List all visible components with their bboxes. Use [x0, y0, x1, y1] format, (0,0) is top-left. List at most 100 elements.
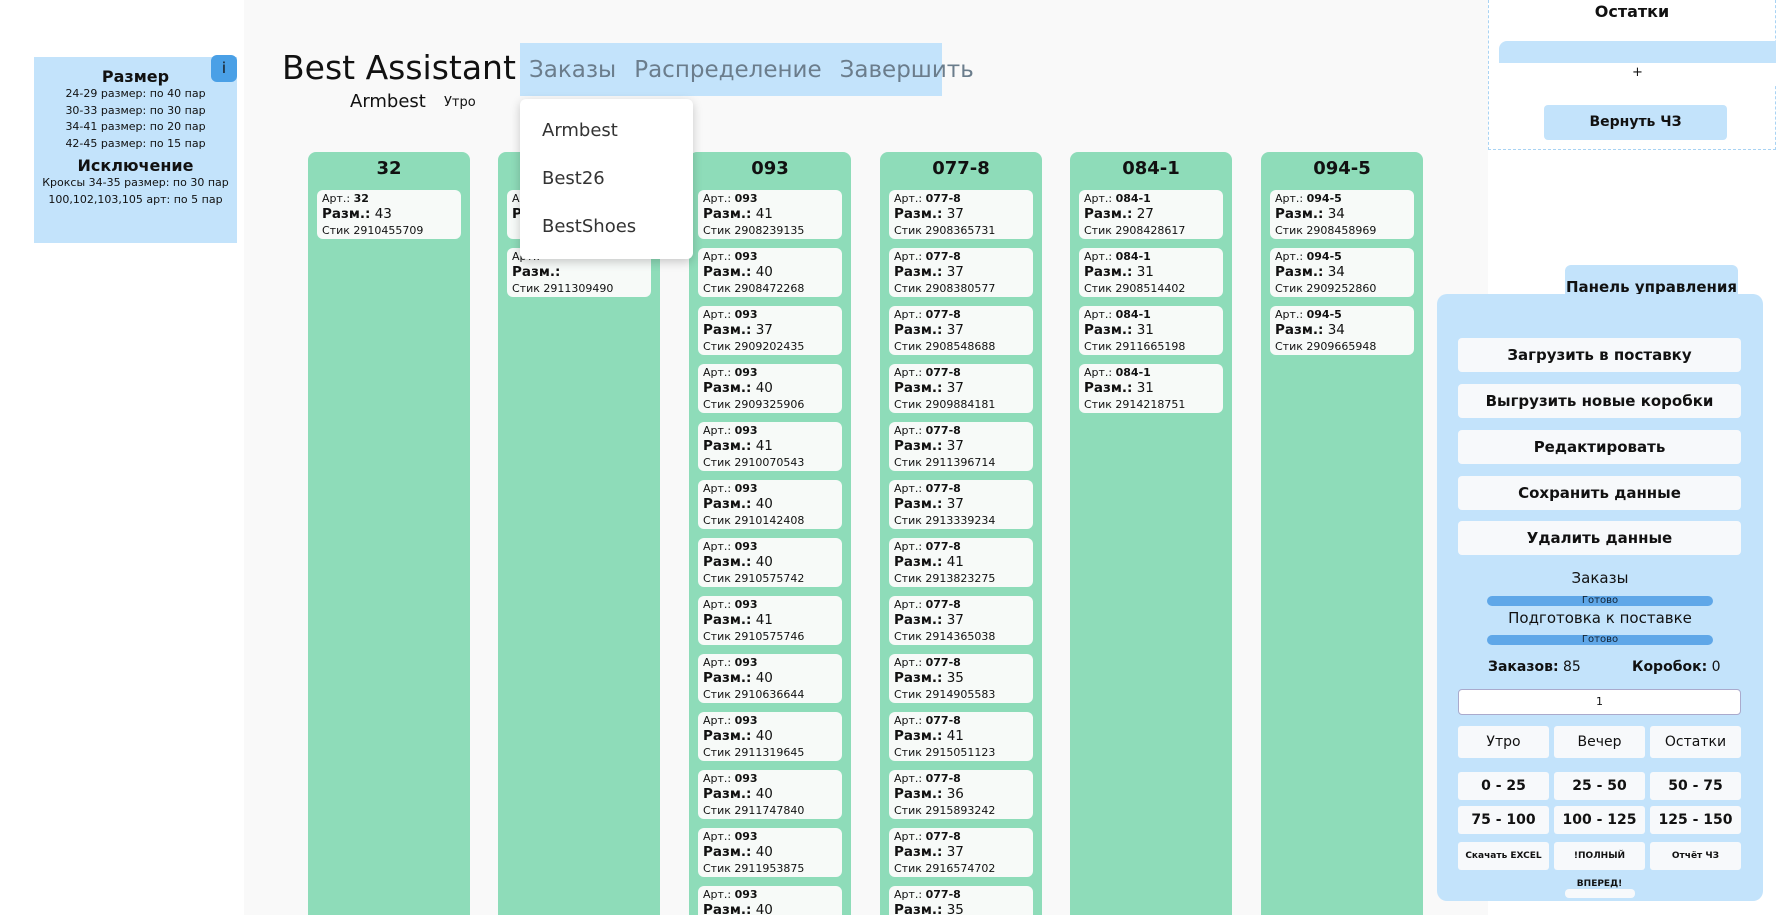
- order-card[interactable]: Арт.: 077-8 Разм.: 35 Стик 2914905583: [889, 654, 1033, 703]
- dropdown-item-armbest[interactable]: Armbest: [520, 107, 693, 155]
- download-excel-button[interactable]: Скачать EXCEL: [1458, 842, 1549, 870]
- article-value: 094-5: [1306, 250, 1342, 263]
- article-value: 077-8: [925, 308, 961, 321]
- size-value: 41: [755, 206, 773, 222]
- order-card[interactable]: Арт.: 093 Разм.: 40: [698, 886, 842, 915]
- load-to-supply-button[interactable]: Загрузить в поставку: [1458, 338, 1741, 372]
- order-card[interactable]: Арт.: 077-8 Разм.: 37 Стик 2909884181: [889, 364, 1033, 413]
- size-value: 31: [1136, 380, 1154, 396]
- ostatki-dropzone[interactable]: [1499, 41, 1776, 63]
- order-card[interactable]: Арт.: 093 Разм.: 40 Стик 2910636644: [698, 654, 842, 703]
- chz-report-button[interactable]: Отчёт ЧЗ: [1650, 842, 1741, 870]
- article-value: 077-8: [925, 192, 961, 205]
- order-card[interactable]: Арт.: 093 Разм.: 40 Стик 2908472268: [698, 248, 842, 297]
- order-card[interactable]: Арт.: 077-8 Разм.: 37 Стик 2916574702: [889, 828, 1033, 877]
- size-label: Разм.:: [894, 380, 943, 396]
- order-card[interactable]: Арт.: 32 Разм.: 43 Стик 2910455709: [317, 190, 461, 239]
- order-card[interactable]: Арт.: 084-1 Разм.: 31 Стик 2908514402: [1079, 248, 1223, 297]
- range-25-50-button[interactable]: 25 - 50: [1554, 772, 1645, 800]
- exception-title: Исключение: [77, 156, 194, 175]
- size-label: Разм.:: [1084, 206, 1133, 222]
- card-article: Арт.: 077-8: [894, 364, 1028, 380]
- orders-dropdown: Armbest Best26 BestShoes: [520, 99, 693, 259]
- evening-button[interactable]: Вечер: [1554, 726, 1645, 758]
- article-value: 093: [734, 482, 758, 495]
- order-card[interactable]: Арт.: 077-8 Разм.: 37 Стик 2914365038: [889, 596, 1033, 645]
- card-size: Разм.: 34: [1275, 206, 1409, 223]
- size-label: Разм.:: [703, 670, 752, 686]
- order-card[interactable]: Арт.: 077-8 Разм.: 37 Стик 2908380577: [889, 248, 1033, 297]
- article-column[interactable]: 093 Арт.: 093 Разм.: 41 Стик 2908239135 Арт.…: [689, 152, 851, 915]
- range-50-75-button[interactable]: 50 - 75: [1650, 772, 1741, 800]
- article-value: 077-8: [925, 714, 961, 727]
- full-forward-button[interactable]: !ПОЛНЫЙ ВПЕРЕД!: [1554, 842, 1645, 889]
- article-column[interactable]: 094-5 Арт.: 094-5 Разм.: 34 Стик 2908458969…: [1261, 152, 1423, 915]
- order-card[interactable]: Арт.: 084-1 Разм.: 31 Стик 2914218751: [1079, 364, 1223, 413]
- panel-drag-handle[interactable]: [1565, 889, 1635, 898]
- order-card[interactable]: Арт.: 077-8 Разм.: 41 Стик 2915051123: [889, 712, 1033, 761]
- range-0-25-button[interactable]: 0 - 25: [1458, 772, 1549, 800]
- article-column[interactable]: 32 Арт.: 32 Разм.: 43 Стик 2910455709: [308, 152, 470, 915]
- order-card[interactable]: Арт.: 093 Разм.: 40 Стик 2910142408: [698, 480, 842, 529]
- card-sticker: Стик 2910142408: [703, 514, 805, 527]
- size-value: 27: [1136, 206, 1154, 222]
- order-card[interactable]: Арт.: 084-1 Разм.: 31 Стик 2911665198: [1079, 306, 1223, 355]
- range-100-125-button[interactable]: 100 - 125: [1554, 806, 1645, 834]
- info-button[interactable]: i: [211, 55, 237, 82]
- article-label: Арт.:: [894, 250, 923, 263]
- order-card[interactable]: Арт.: 093 Разм.: 40 Стик 2911319645: [698, 712, 842, 761]
- size-label: Разм.:: [894, 728, 943, 744]
- ostatki-add-button[interactable]: +: [1499, 63, 1776, 85]
- order-card[interactable]: Арт.: 094-5 Разм.: 34 Стик 2909252860: [1270, 248, 1414, 297]
- dropdown-item-best26[interactable]: Best26: [520, 155, 693, 203]
- order-card[interactable]: Арт.: 077-8 Разм.: 37 Стик 2908365731: [889, 190, 1033, 239]
- article-column[interactable]: 077-8 Арт.: 077-8 Разм.: 37 Стик 2908365731…: [880, 152, 1042, 915]
- leftovers-button[interactable]: Остатки: [1650, 726, 1741, 758]
- batch-input[interactable]: 1: [1458, 689, 1741, 715]
- range-75-100-button[interactable]: 75 - 100: [1458, 806, 1549, 834]
- save-data-button[interactable]: Сохранить данные: [1458, 476, 1741, 510]
- article-label: Арт.:: [894, 888, 923, 901]
- card-size: Разм.: 31: [1084, 264, 1218, 281]
- order-card[interactable]: Арт.: 093 Разм.: 41 Стик 2908239135: [698, 190, 842, 239]
- order-card[interactable]: Арт.: 094-5 Разм.: 34 Стик 2909665948: [1270, 306, 1414, 355]
- order-card[interactable]: Арт.: 093 Разм.: 40 Стик 2911953875: [698, 828, 842, 877]
- card-article: Арт.: 094-5: [1275, 190, 1409, 206]
- order-card[interactable]: Арт.: 077-8 Разм.: 36 Стик 2915893242: [889, 770, 1033, 819]
- card-article: Арт.: 093: [703, 596, 837, 612]
- order-card[interactable]: Арт.: 077-8 Разм.: 37 Стик 2913339234: [889, 480, 1033, 529]
- order-card[interactable]: Арт.: 093 Разм.: 37 Стик 2909202435: [698, 306, 842, 355]
- order-card[interactable]: Арт.: 093 Разм.: 41 Стик 2910070543: [698, 422, 842, 471]
- size-label: Разм.:: [1275, 322, 1324, 338]
- range-125-150-button[interactable]: 125 - 150: [1650, 806, 1741, 834]
- nav-orders[interactable]: Заказы: [529, 57, 616, 83]
- edit-button[interactable]: Редактировать: [1458, 430, 1741, 464]
- orders-count: Заказов: 85: [1488, 659, 1581, 675]
- size-value: 37: [946, 206, 964, 222]
- order-card[interactable]: Арт.: 093 Разм.: 40 Стик 2910575742: [698, 538, 842, 587]
- morning-button[interactable]: Утро: [1458, 726, 1549, 758]
- size-value: 37: [946, 264, 964, 280]
- card-sticker: Стик 2909325906: [703, 398, 805, 411]
- export-boxes-button[interactable]: Выгрузить новые коробки: [1458, 384, 1741, 418]
- card-size: Разм.: 40: [703, 264, 837, 281]
- return-chz-button[interactable]: Вернуть ЧЗ: [1544, 105, 1727, 140]
- article-column[interactable]: Арт.: Разм.: Арт.: Разм.: Стик 291130949…: [498, 152, 660, 915]
- article-value: 077-8: [925, 598, 961, 611]
- article-column[interactable]: 084-1 Арт.: 084-1 Разм.: 27 Стик 2908428617…: [1070, 152, 1232, 915]
- article-value: 077-8: [925, 830, 961, 843]
- order-card[interactable]: Арт.: 077-8 Разм.: 37 Стик 2908548688: [889, 306, 1033, 355]
- order-card[interactable]: Арт.: 077-8 Разм.: 41 Стик 2913823275: [889, 538, 1033, 587]
- order-card[interactable]: Арт.: 093 Разм.: 40 Стик 2909325906: [698, 364, 842, 413]
- order-card[interactable]: Арт.: 077-8 Разм.: 37 Стик 2911396714: [889, 422, 1033, 471]
- order-card[interactable]: Арт.: 093 Разм.: 40 Стик 2911747840: [698, 770, 842, 819]
- nav-distribution[interactable]: Распределение: [634, 57, 821, 83]
- dropdown-item-bestshoes[interactable]: BestShoes: [520, 203, 693, 251]
- order-card[interactable]: Арт.: 084-1 Разм.: 27 Стик 2908428617: [1079, 190, 1223, 239]
- delete-data-button[interactable]: Удалить данные: [1458, 521, 1741, 555]
- card-sticker: Стик 2908365731: [894, 224, 996, 237]
- nav-finish[interactable]: Завершить: [840, 57, 974, 83]
- order-card[interactable]: Арт.: 094-5 Разм.: 34 Стик 2908458969: [1270, 190, 1414, 239]
- order-card[interactable]: Арт.: 077-8 Разм.: 35: [889, 886, 1033, 915]
- order-card[interactable]: Арт.: 093 Разм.: 41 Стик 2910575746: [698, 596, 842, 645]
